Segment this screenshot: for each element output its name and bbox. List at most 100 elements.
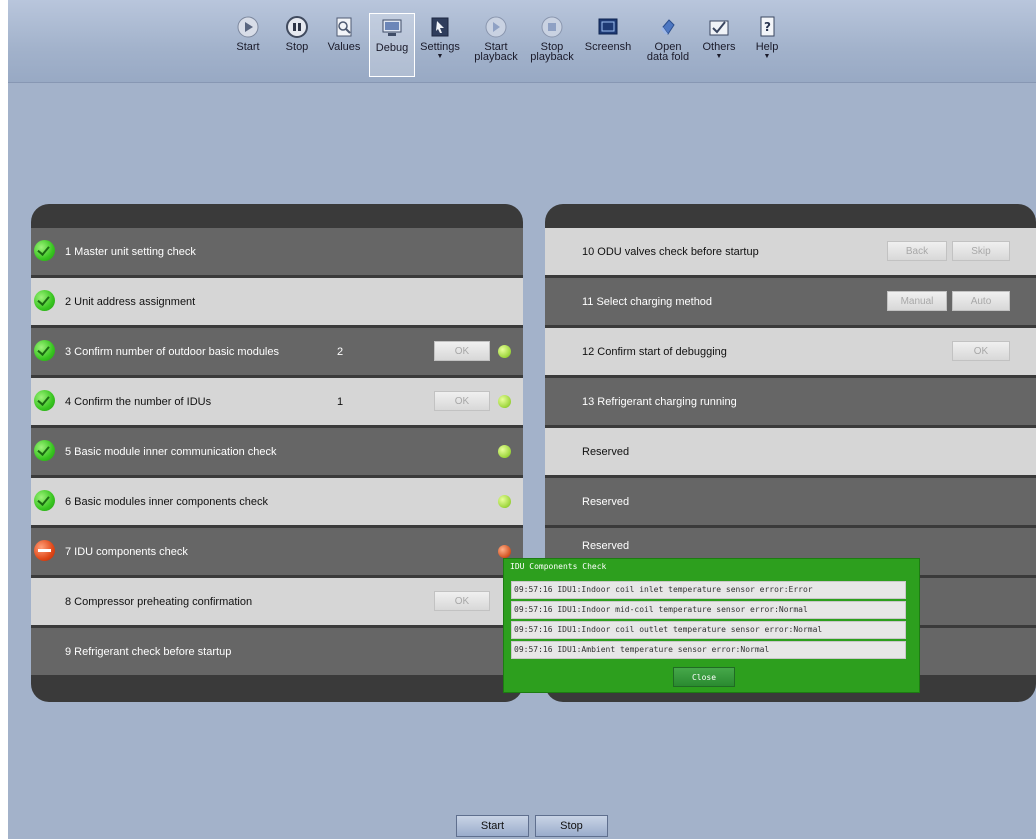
debug-steps-panel-left: 1 Master unit setting check 2 Unit addre… xyxy=(31,204,523,702)
others-dropdown-arrow: ▼ xyxy=(715,53,723,60)
step-label: 12 Confirm start of debugging xyxy=(582,345,727,358)
toolbar-stop-label: Stop xyxy=(285,41,309,53)
step-label: 5 Basic module inner communication check xyxy=(65,445,277,458)
toolbar-start-playback-button[interactable]: Start playback xyxy=(472,16,520,76)
step-row: 8 Compressor preheating confirmation OK xyxy=(31,578,523,625)
step-row: 2 Unit address assignment xyxy=(31,278,523,325)
step-row: 11 Select charging method Manual Auto xyxy=(545,278,1036,325)
step-row: 10 ODU valves check before startup Back … xyxy=(545,228,1036,275)
step-row: 4 Confirm the number of IDUs 1 OK xyxy=(31,378,523,425)
bottom-start-button[interactable]: Start xyxy=(456,815,529,837)
step-label: 11 Select charging method xyxy=(582,295,713,308)
toolbar-values-button[interactable]: Values xyxy=(325,16,363,76)
step-label: 9 Refrigerant check before startup xyxy=(65,645,232,658)
step-label: 8 Compressor preheating confirmation xyxy=(65,595,253,608)
toolbar-settings-button[interactable]: Settings ▼ xyxy=(419,16,461,76)
outdoor-module-count: 2 xyxy=(337,345,344,358)
auto-button[interactable]: Auto xyxy=(952,291,1010,311)
step-label: Reserved xyxy=(582,540,630,552)
step-label: 2 Unit address assignment xyxy=(65,295,196,308)
confirm-debugging-ok-button[interactable]: OK xyxy=(952,341,1010,361)
log-line: 09:57:16 IDU1:Indoor coil outlet tempera… xyxy=(511,621,906,639)
screenshot-icon xyxy=(597,16,619,38)
step-row: 3 Confirm number of outdoor basic module… xyxy=(31,328,523,375)
toolbar-start-playback-label: Start playback xyxy=(474,41,518,63)
start-playback-icon xyxy=(485,16,507,38)
step-row: 13 Refrigerant charging running xyxy=(545,378,1036,425)
status-error-indicator-icon xyxy=(498,545,511,558)
toolbar-others-button[interactable]: Others ▼ xyxy=(700,16,738,76)
status-ok-icon xyxy=(34,240,55,261)
app-window: Start Stop Values Debug Settings ▼ Start… xyxy=(8,0,1036,839)
toolbar-open-data-folder-label: Open data fold xyxy=(646,41,690,63)
others-icon xyxy=(708,16,730,38)
idu-count: 1 xyxy=(337,395,344,408)
step-row: 12 Confirm start of debugging OK xyxy=(545,328,1036,375)
step-label: Reserved xyxy=(582,445,630,458)
stop-icon xyxy=(286,16,308,38)
open-folder-icon xyxy=(657,16,679,38)
help-icon: ? xyxy=(756,16,778,38)
toolbar-help-button[interactable]: ? Help ▼ xyxy=(752,16,782,76)
toolbar-start-button[interactable]: Start xyxy=(231,16,265,76)
toolbar-open-data-folder-button[interactable]: Open data fold xyxy=(642,16,694,76)
step-row: 1 Master unit setting check xyxy=(31,228,523,275)
start-icon xyxy=(237,16,259,38)
toolbar-debug-label: Debug xyxy=(375,42,409,54)
toolbar-stop-playback-label: Stop playback xyxy=(530,41,574,63)
svg-text:?: ? xyxy=(764,20,771,34)
step-label: 6 Basic modules inner components check xyxy=(65,495,268,508)
compressor-preheat-ok-button[interactable]: OK xyxy=(434,591,490,611)
back-button[interactable]: Back xyxy=(887,241,947,261)
dialog-close-button[interactable]: Close xyxy=(673,667,735,687)
status-ok-icon xyxy=(34,340,55,361)
step-row: Reserved xyxy=(545,428,1036,475)
toolbar-stop-button[interactable]: Stop xyxy=(280,16,314,76)
status-ok-icon xyxy=(34,290,55,311)
step-label: 3 Confirm number of outdoor basic module… xyxy=(65,345,279,358)
confirm-outdoor-modules-ok-button[interactable]: OK xyxy=(434,341,490,361)
status-ok-icon xyxy=(34,440,55,461)
idu-components-check-dialog: IDU Components Check 09:57:16 IDU1:Indoo… xyxy=(503,558,920,693)
debug-icon xyxy=(381,17,403,39)
toolbar-debug-button[interactable]: Debug xyxy=(369,13,415,77)
toolbar-stop-playback-button[interactable]: Stop playback xyxy=(528,16,576,76)
status-ok-icon xyxy=(34,490,55,511)
step-row: 9 Refrigerant check before startup xyxy=(31,628,523,675)
dialog-title: IDU Components Check xyxy=(510,562,607,571)
manual-button[interactable]: Manual xyxy=(887,291,947,311)
step-label: 7 IDU components check xyxy=(65,545,188,558)
toolbar-values-label: Values xyxy=(327,41,361,53)
settings-dropdown-arrow: ▼ xyxy=(436,53,444,60)
log-line: 09:57:16 IDU1:Indoor coil inlet temperat… xyxy=(511,581,906,599)
values-icon xyxy=(333,16,355,38)
step-row: 6 Basic modules inner components check xyxy=(31,478,523,525)
status-indicator-icon xyxy=(498,495,511,508)
help-dropdown-arrow: ▼ xyxy=(763,53,771,60)
toolbar-start-label: Start xyxy=(236,41,260,53)
step-label: 4 Confirm the number of IDUs xyxy=(65,395,212,408)
toolbar-screenshot-button[interactable]: Screensh xyxy=(585,16,631,76)
bottom-stop-button[interactable]: Stop xyxy=(535,815,608,837)
stop-playback-icon xyxy=(541,16,563,38)
settings-icon xyxy=(429,16,451,38)
log-line: 09:57:16 IDU1:Ambient temperature sensor… xyxy=(511,641,906,659)
toolbar-others-label: Others xyxy=(702,41,736,53)
log-line: 09:57:16 IDU1:Indoor mid-coil temperatur… xyxy=(511,601,906,619)
status-error-icon xyxy=(34,540,55,561)
status-indicator-icon xyxy=(498,395,511,408)
status-ok-icon xyxy=(34,390,55,411)
step-label: 1 Master unit setting check xyxy=(65,245,196,258)
dialog-log-list: 09:57:16 IDU1:Indoor coil inlet temperat… xyxy=(511,581,906,661)
step-label: 10 ODU valves check before startup xyxy=(582,245,759,258)
status-indicator-icon xyxy=(498,345,511,358)
step-label: 13 Refrigerant charging running xyxy=(582,395,737,408)
step-row: Reserved xyxy=(545,478,1036,525)
skip-button[interactable]: Skip xyxy=(952,241,1010,261)
toolbar-help-label: Help xyxy=(755,41,779,53)
toolbar-settings-label: Settings xyxy=(420,41,460,53)
toolbar: Start Stop Values Debug Settings ▼ Start… xyxy=(8,0,1036,83)
confirm-idus-ok-button[interactable]: OK xyxy=(434,391,490,411)
step-label: Reserved xyxy=(582,495,630,508)
toolbar-screenshot-label: Screensh xyxy=(585,41,631,53)
